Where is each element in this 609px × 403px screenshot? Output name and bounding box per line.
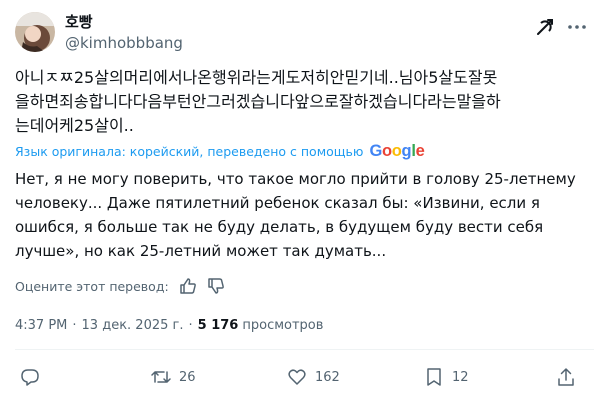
bookmark-button[interactable]: 12 — [424, 365, 469, 389]
tweet-date[interactable]: 13 дек. 2025 г. — [82, 318, 184, 333]
translated-text-line: лучше», но как 25-летний может так думат… — [15, 242, 387, 260]
share-icon — [558, 368, 574, 386]
author-handle[interactable]: @kimhobbbang — [65, 33, 183, 53]
views-count: 5 176 — [197, 317, 239, 333]
tweet-time[interactable]: 4:37 PM — [15, 318, 67, 333]
grok-icon[interactable] — [534, 16, 556, 38]
tweet: 호빵 @kimhobbbang 아니ㅈㅉ25살의머리에서나온행위라는게도저히안믿… — [0, 0, 609, 403]
avatar[interactable] — [15, 12, 55, 52]
like-count: 162 — [315, 369, 340, 385]
share-button[interactable] — [556, 365, 576, 389]
translated-text-line: Нет, я не могу поверить, что такое могло… — [15, 170, 576, 188]
original-text: 아니ㅈㅉ25살의머리에서나온행위라는게도저히안믿기네..님아5살도잘못 을하면죄… — [15, 66, 591, 138]
bookmark-icon — [427, 368, 441, 386]
translation-label: Язык оригинала: корейский, переведено с … — [15, 143, 364, 159]
original-text-line: 는데어케25살이.. — [15, 116, 134, 135]
translation-attribution[interactable]: Язык оригинала: корейский, переведено с … — [15, 140, 425, 162]
reply-button[interactable] — [20, 365, 48, 389]
separator-dot: · — [72, 317, 77, 333]
tweet-meta: 4:37 PM · 13 дек. 2025 г. · 5 176 просмо… — [15, 314, 323, 336]
separator-dot: · — [188, 317, 193, 333]
retweet-button[interactable]: 26 — [151, 365, 196, 389]
rate-translation: Оцените этот перевод: — [15, 276, 225, 296]
rate-label: Оцените этот перевод: — [15, 278, 169, 294]
like-button[interactable]: 162 — [287, 365, 340, 389]
views-label: просмотров — [242, 317, 324, 333]
thumbs-up-icon[interactable] — [179, 277, 197, 295]
translated-text-line: человеку... Даже пятилетний ребенок сказ… — [15, 194, 540, 212]
retweet-count: 26 — [179, 369, 196, 385]
reply-icon — [21, 369, 39, 386]
translated-text-line: ошибся, я больше так не буду делать, в б… — [15, 218, 544, 236]
retweet-icon — [151, 371, 171, 383]
translated-text: Нет, я не могу поверить, что такое могло… — [15, 167, 595, 263]
thumbs-down-icon[interactable] — [207, 277, 225, 295]
original-text-line: 을하면죄송합니다다음부턴안그러겠습니다앞으로잘하겠습니다라는말을하 — [15, 92, 501, 111]
author-name[interactable]: 호빵 — [65, 12, 93, 32]
divider — [15, 349, 594, 350]
bookmark-count: 12 — [452, 369, 469, 385]
more-icon[interactable] — [566, 16, 588, 38]
like-icon — [288, 369, 306, 385]
google-logo: Google — [369, 141, 425, 160]
original-text-line: 아니ㅈㅉ25살의머리에서나온행위라는게도저히안믿기네..님아5살도잘못 — [15, 68, 498, 87]
